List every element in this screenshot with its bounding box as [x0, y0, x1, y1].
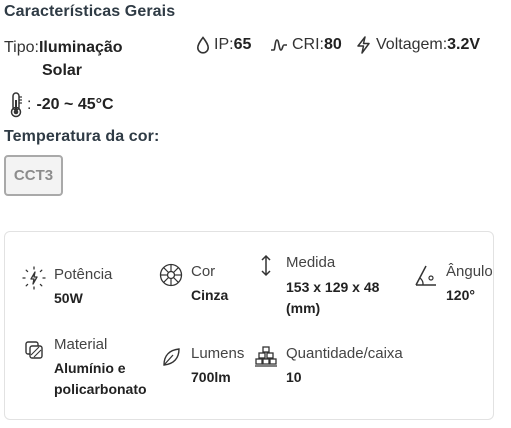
thermometer-icon: [10, 92, 22, 118]
wave-icon: [271, 39, 287, 51]
leaf-icon: [163, 348, 180, 366]
cor-value: Cinza: [191, 287, 229, 303]
temperature-row: : -20 ~ 45°C: [8, 92, 114, 118]
lumens-value: 700lm: [191, 369, 231, 385]
angulo-label: Ângulo: [446, 263, 493, 280]
medida-value-line2: (mm): [286, 300, 321, 316]
sun-bolt-icon: [22, 266, 46, 290]
quantidade-value: 10: [286, 369, 302, 385]
temp-value: -20 ~ 45°C: [36, 96, 114, 113]
ip-value: 65: [233, 36, 252, 53]
lumens-label: Lumens: [191, 345, 245, 362]
angulo-value: 120°: [446, 287, 475, 303]
color-wheel-icon: [159, 263, 183, 287]
cct3-option-button[interactable]: CCT3: [4, 155, 63, 196]
voltage-spec: Voltagem: 3.2V: [355, 36, 480, 54]
general-title: Características Gerais: [4, 3, 176, 20]
temp-separator: :: [27, 96, 32, 113]
ip-label: IP:: [214, 36, 234, 53]
stacked-boxes-icon: [255, 346, 277, 367]
potencia-value: 50W: [54, 290, 83, 306]
angle-icon: [415, 265, 436, 286]
ip-spec: IP: 65: [196, 36, 251, 54]
quantidade-label: Quantidade/caixa: [286, 345, 403, 362]
medida-value-line1: 153 x 129 x 48: [286, 279, 380, 295]
cor-label: Cor: [191, 263, 216, 280]
droplet-icon: [196, 36, 210, 54]
voltage-label: Voltagem:: [376, 36, 448, 53]
material-value-line1: Alumínio e: [54, 360, 126, 376]
tipo-value-line2: Solar: [42, 62, 83, 79]
medida-label: Medida: [286, 254, 336, 271]
specs-card: Potência 50W Cor Cinza Medida 153 x 129 …: [4, 231, 494, 420]
cri-spec: CRI: 80: [270, 36, 342, 54]
cri-label: CRI:: [292, 36, 324, 53]
material-value-line2: policarbonato: [54, 381, 147, 397]
vertical-arrows-icon: [261, 254, 271, 277]
cri-value: 80: [324, 36, 342, 53]
color-temp-title: Temperatura da cor:: [4, 128, 160, 145]
tipo-row: Tipo:Iluminação Solar: [4, 36, 164, 82]
material-layers-icon: [25, 341, 43, 359]
lightning-icon: [357, 36, 370, 54]
potencia-label: Potência: [54, 266, 113, 283]
tipo-value-line1: Iluminação: [38, 39, 123, 56]
voltage-value: 3.2V: [447, 36, 481, 53]
material-label: Material: [54, 336, 108, 353]
tipo-label: Tipo:: [4, 39, 39, 56]
